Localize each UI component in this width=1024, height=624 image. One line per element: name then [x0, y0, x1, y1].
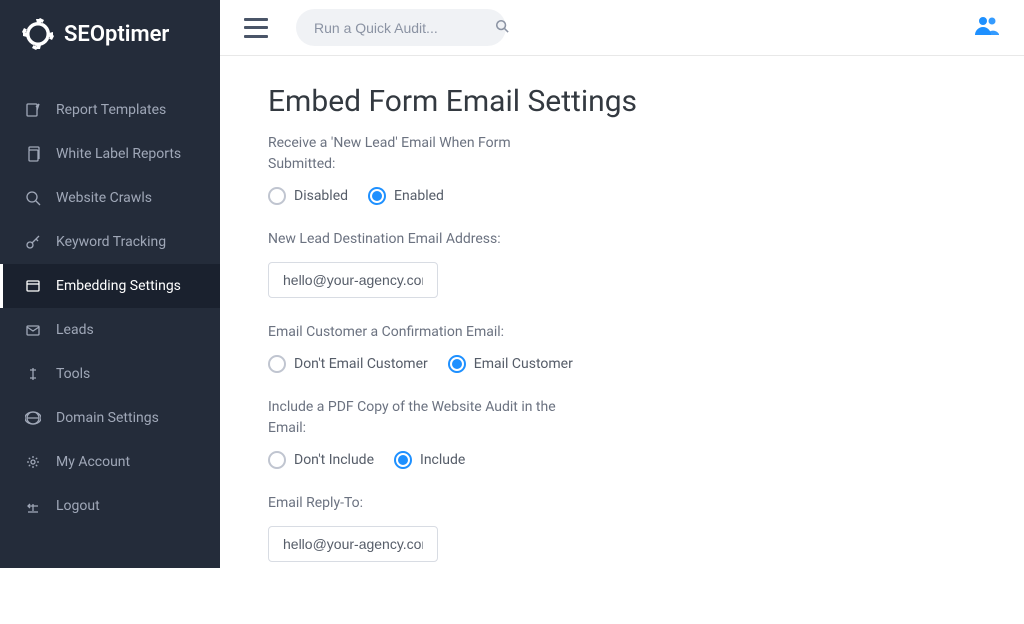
radio-icon	[268, 451, 286, 469]
nav-label: My Account	[56, 454, 130, 470]
sidebar-nav: Report Templates White Label Reports Web…	[0, 68, 220, 528]
sidebar: SEOptimer Report Templates White Label R…	[0, 0, 220, 568]
radio-email-customer[interactable]: Email Customer	[448, 355, 573, 373]
nav-label: Tools	[56, 366, 90, 382]
sidebar-item-tools[interactable]: Tools	[0, 352, 220, 396]
dest-email-input[interactable]	[268, 262, 438, 298]
nav-label: White Label Reports	[56, 146, 181, 162]
reply-to-group: Email Reply-To:	[268, 493, 976, 562]
nav-label: Domain Settings	[56, 410, 159, 426]
page-title: Embed Form Email Settings	[268, 84, 976, 119]
new-lead-email-label: Receive a 'New Lead' Email When Form Sub…	[268, 133, 558, 175]
radio-dont-email-customer[interactable]: Don't Email Customer	[268, 355, 428, 373]
logout-icon	[24, 497, 42, 515]
radio-label: Email Customer	[474, 356, 573, 372]
radio-icon	[368, 187, 386, 205]
nav-label: Report Templates	[56, 102, 166, 118]
sidebar-item-my-account[interactable]: My Account	[0, 440, 220, 484]
conf-email-group: Email Customer a Confirmation Email: Don…	[268, 322, 976, 373]
topbar	[220, 0, 1024, 56]
pdf-copy-radio-row: Don't Include Include	[268, 451, 976, 469]
main-content: Embed Form Email Settings Receive a 'New…	[220, 56, 1024, 614]
new-lead-radio-row: Disabled Enabled	[268, 187, 976, 205]
users-icon[interactable]	[974, 15, 1000, 41]
nav-label: Leads	[56, 322, 94, 338]
sidebar-item-report-templates[interactable]: Report Templates	[0, 88, 220, 132]
sidebar-item-keyword-tracking[interactable]: Keyword Tracking	[0, 220, 220, 264]
nav-label: Keyword Tracking	[56, 234, 166, 250]
sidebar-item-white-label-reports[interactable]: White Label Reports	[0, 132, 220, 176]
radio-label: Include	[420, 452, 465, 468]
radio-dont-include[interactable]: Don't Include	[268, 451, 374, 469]
logo-text: SEOptimer	[64, 22, 169, 47]
radio-icon	[448, 355, 466, 373]
copy-icon	[24, 145, 42, 163]
sidebar-item-domain-settings[interactable]: Domain Settings	[0, 396, 220, 440]
search-input[interactable]	[314, 20, 495, 36]
search-icon	[495, 18, 509, 37]
radio-icon	[268, 187, 286, 205]
new-lead-email-group: Receive a 'New Lead' Email When Form Sub…	[268, 133, 976, 205]
reply-to-label: Email Reply-To:	[268, 493, 558, 514]
hamburger-menu-button[interactable]	[244, 18, 268, 38]
globe-icon	[24, 409, 42, 427]
dest-email-group: New Lead Destination Email Address:	[268, 229, 976, 298]
sidebar-item-logout[interactable]: Logout	[0, 484, 220, 528]
nav-label: Embedding Settings	[56, 278, 181, 294]
tools-icon	[24, 365, 42, 383]
key-icon	[24, 233, 42, 251]
search-icon	[24, 189, 42, 207]
dest-email-label: New Lead Destination Email Address:	[268, 229, 558, 250]
radio-label: Enabled	[394, 188, 444, 204]
search-box[interactable]	[296, 9, 506, 46]
embed-icon	[24, 277, 42, 295]
conf-email-radio-row: Don't Email Customer Email Customer	[268, 355, 976, 373]
radio-label: Don't Include	[294, 452, 374, 468]
radio-disabled[interactable]: Disabled	[268, 187, 348, 205]
radio-label: Disabled	[294, 188, 348, 204]
logo[interactable]: SEOptimer	[0, 0, 220, 68]
radio-icon	[268, 355, 286, 373]
sidebar-item-leads[interactable]: Leads	[0, 308, 220, 352]
conf-email-label: Email Customer a Confirmation Email:	[268, 322, 558, 343]
radio-enabled[interactable]: Enabled	[368, 187, 444, 205]
sidebar-item-website-crawls[interactable]: Website Crawls	[0, 176, 220, 220]
nav-label: Website Crawls	[56, 190, 152, 206]
gear-icon	[24, 453, 42, 471]
pdf-copy-label: Include a PDF Copy of the Website Audit …	[268, 397, 558, 439]
radio-include[interactable]: Include	[394, 451, 465, 469]
nav-label: Logout	[56, 498, 100, 514]
pdf-copy-group: Include a PDF Copy of the Website Audit …	[268, 397, 976, 469]
radio-label: Don't Email Customer	[294, 356, 428, 372]
reply-to-input[interactable]	[268, 526, 438, 562]
mail-icon	[24, 321, 42, 339]
sidebar-item-embedding-settings[interactable]: Embedding Settings	[0, 264, 220, 308]
document-edit-icon	[24, 101, 42, 119]
radio-icon	[394, 451, 412, 469]
logo-icon	[22, 18, 54, 50]
